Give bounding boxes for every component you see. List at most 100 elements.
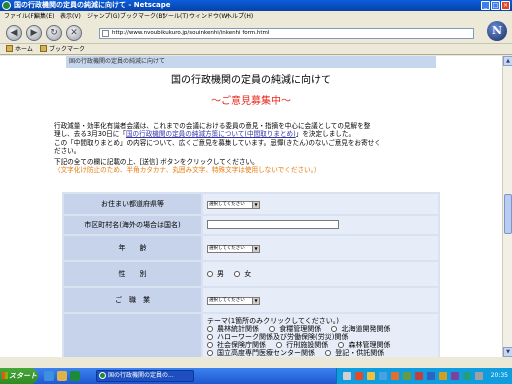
occupation-select[interactable]: 選択してください ▼ [207, 297, 260, 305]
chevron-down-icon: ▼ [252, 298, 259, 304]
tray-app-icon[interactable] [439, 372, 447, 380]
breadcrumb: 国の行政機関の定員の純減に向けて [66, 56, 436, 68]
taskbar: スタート 国の行政機関の定員の... 20:35 [0, 368, 512, 384]
radio-icon[interactable] [207, 334, 213, 340]
taskbar-netscape-window[interactable]: 国の行政機関の定員の... [96, 370, 194, 382]
personal-toolbar: ホーム ブックマーク [0, 44, 512, 55]
prefecture-select[interactable]: 選択してください ▼ [207, 201, 260, 209]
bookmarks-link[interactable]: ブックマーク [40, 44, 85, 55]
theme-option[interactable]: 登記・供託関係 [325, 349, 388, 357]
tray-volume-icon[interactable] [379, 372, 387, 380]
menu-tools[interactable]: ツール(T) [162, 11, 188, 22]
vertical-scrollbar[interactable]: ▲ ▼ [502, 56, 512, 357]
quicklaunch-desktop-icon[interactable] [57, 371, 67, 381]
tray-app-icon[interactable] [415, 372, 423, 380]
radio-icon[interactable] [234, 271, 241, 277]
netscape-app-icon [2, 1, 11, 10]
menu-file[interactable]: ファイル(F) [4, 11, 36, 22]
chevron-down-icon: ▼ [252, 246, 259, 252]
gender-female-option[interactable]: 女 [234, 270, 255, 278]
menu-view[interactable]: 表示(V) [60, 11, 81, 22]
radio-icon[interactable] [276, 342, 283, 348]
home-link[interactable]: ホーム [6, 44, 33, 55]
intro-line-3: この「中間取りまとめ」の内容について、広くご意見を募集しています。忌憚(きたん)… [54, 139, 381, 147]
windows-logo-icon [2, 372, 8, 379]
quicklaunch-netscape-icon[interactable] [70, 371, 80, 381]
prefecture-label: お住まい都道府県等 [64, 194, 201, 214]
opinion-form: お住まい都道府県等 選択してください ▼ 市区町村名(海外の場合は国名) 年 齢 … [62, 192, 440, 357]
menu-edit[interactable]: 編集(E) [34, 11, 54, 22]
radio-icon[interactable] [207, 271, 213, 277]
minimize-button[interactable]: _ [481, 1, 490, 10]
tray-app-icon[interactable] [475, 372, 483, 380]
age-label: 年 齢 [64, 236, 201, 260]
quicklaunch-ie-icon[interactable] [44, 371, 54, 381]
maximize-button[interactable]: □ [491, 1, 500, 10]
close-button[interactable]: × [501, 1, 510, 10]
gender-male-option[interactable]: 男 [207, 270, 228, 278]
radio-icon[interactable] [331, 326, 338, 332]
netscape-logo-icon[interactable]: N [487, 21, 507, 41]
theme-option[interactable]: 行刑施設関係 [276, 341, 332, 349]
url-field[interactable]: http://www.nvoubikukuro.jp/souinkenhi/in… [99, 28, 474, 39]
stop-icon[interactable]: ✕ [66, 25, 82, 41]
tray-app-icon[interactable] [427, 372, 435, 380]
city-label: 市区町村名(海外の場合は国名) [64, 216, 201, 234]
title-bar: 国の行政機関の定員の純減に向けて - Netscape _ □ × [0, 0, 512, 11]
radio-icon[interactable] [207, 350, 213, 356]
radio-icon[interactable] [338, 342, 345, 348]
menu-window[interactable]: ウィンドウ(W) [189, 11, 230, 22]
back-icon[interactable]: ◀ [6, 25, 22, 41]
theme-option[interactable]: 農林統計関係 [207, 325, 263, 333]
radio-icon[interactable] [207, 326, 213, 332]
tray-network-icon[interactable] [343, 372, 351, 380]
page-title: 国の行政機関の定員の純減に向けて [171, 75, 331, 86]
tray-app-icon[interactable] [463, 372, 471, 380]
intro-line-2: 理し、去る3月30日に「国の行政機関の定員の純減方策について(中間取りまとめ)」… [54, 130, 356, 138]
gender-label: 性 別 [64, 262, 201, 286]
menu-bookmarks[interactable]: ブックマーク(B) [120, 11, 165, 22]
interim-report-link[interactable]: 国の行政機関の定員の純減方策について(中間取りまとめ) [126, 130, 296, 138]
chevron-down-icon: ▼ [252, 202, 259, 208]
theme-heading: テーマ(1箇所のみクリックしてください。) [207, 317, 339, 325]
scroll-down-icon[interactable]: ▼ [503, 347, 512, 357]
scroll-thumb[interactable] [504, 194, 512, 234]
tray-app-icon[interactable] [403, 372, 411, 380]
occupation-label: ご 職 業 [64, 288, 201, 312]
intro-line-4: ださい。 [54, 147, 81, 155]
page-content: 国の行政機関の定員の純減に向けて 国の行政機関の定員の純減に向けて ～ご意見募集… [0, 56, 502, 357]
theme-option[interactable]: 社会保険庁関係 [207, 341, 270, 349]
theme-option[interactable]: 国立高度専門医療センター関係 [207, 349, 319, 357]
navigation-toolbar: ◀ ▶ ↻ ✕ http://www.nvoubikukuro.jp/souin… [0, 22, 512, 44]
instruction-text: 下記の全ての欄に記載の上、[送信] ボタンをクリックしてください。 [54, 158, 259, 166]
radio-icon[interactable] [207, 342, 213, 348]
tray-security-icon[interactable] [355, 372, 363, 380]
menu-help[interactable]: ヘルプ(H) [226, 11, 253, 22]
tray-app-icon[interactable] [451, 372, 459, 380]
menu-go[interactable]: ジャンプ(G) [87, 11, 120, 22]
intro-line-1: 行政減量・効率化有識者会議は、これまでの会議における委員の意見・指摘を中心に会議… [54, 122, 371, 130]
theme-option[interactable]: 食糧管理関係 [269, 325, 325, 333]
theme-option[interactable]: 森林管理関係 [338, 341, 394, 349]
theme-option[interactable]: ハローワーク関係及び労働保険(労災)関係 [207, 333, 352, 341]
window-title: 国の行政機関の定員の純減に向けて - Netscape [14, 1, 171, 9]
warning-text: （文字化け防止のため、半角カタカナ、丸囲み文字、特殊文字は使用しないでください。… [54, 166, 321, 174]
home-icon [6, 45, 13, 52]
age-select[interactable]: 選択してください ▼ [207, 245, 260, 253]
forward-icon[interactable]: ▶ [26, 25, 42, 41]
tray-app-icon[interactable] [391, 372, 399, 380]
bookmark-icon [40, 45, 47, 52]
scroll-up-icon[interactable]: ▲ [503, 56, 512, 66]
tray-ime-icon[interactable] [367, 372, 375, 380]
start-button[interactable]: スタート [0, 368, 38, 384]
page-subtitle: ～ご意見募集中～ [211, 96, 291, 107]
netscape-app-icon [99, 372, 106, 379]
theme-label-cell [64, 314, 201, 357]
radio-icon[interactable] [325, 350, 332, 356]
city-input[interactable] [207, 219, 339, 229]
radio-icon[interactable] [269, 326, 276, 332]
clock[interactable]: 20:35 [491, 368, 508, 384]
system-tray: 20:35 [336, 368, 512, 384]
reload-icon[interactable]: ↻ [46, 25, 62, 41]
theme-option[interactable]: 北海道開発関係 [331, 325, 394, 333]
